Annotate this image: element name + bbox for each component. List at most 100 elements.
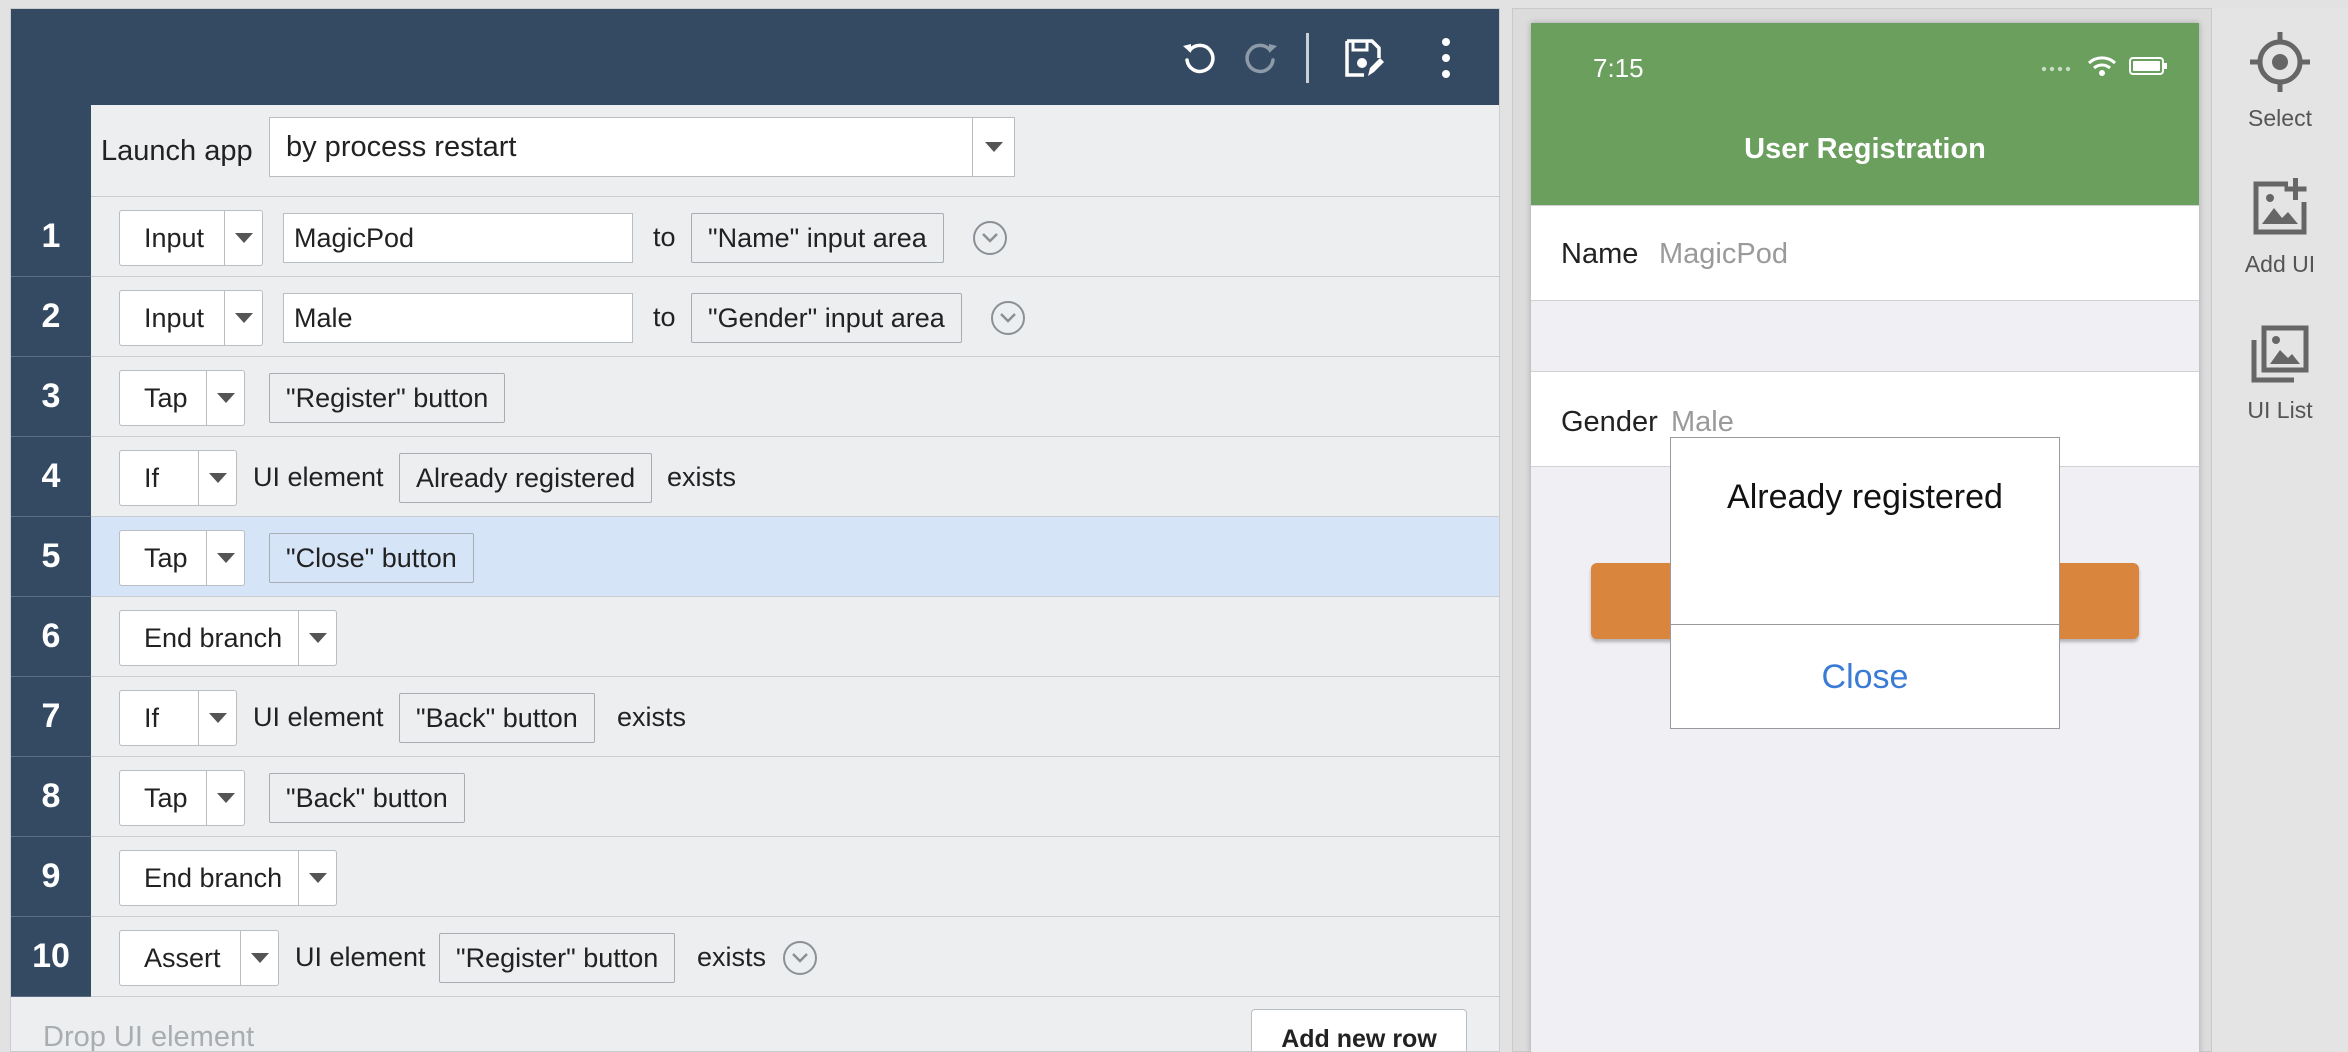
- ui-element-chip[interactable]: "Gender" input area: [691, 293, 962, 343]
- chevron-down-icon[interactable]: [206, 771, 244, 825]
- launch-mode-select[interactable]: by process restart: [269, 117, 1015, 177]
- command-select[interactable]: If: [119, 450, 237, 506]
- command-label: If: [144, 702, 160, 733]
- device-screen: 7:15 User Registration Name MagicPod Gen…: [1531, 23, 2199, 1052]
- command-label: Tap: [144, 382, 188, 413]
- expand-options-icon[interactable]: [991, 301, 1025, 335]
- chevron-down-icon[interactable]: [298, 611, 336, 665]
- editor-toolbar: [11, 9, 1499, 105]
- name-form-row[interactable]: Name MagicPod: [1531, 205, 2199, 301]
- ui-element-chip[interactable]: Already registered: [399, 453, 653, 503]
- step-row-5[interactable]: 5 Tap "Close" button: [11, 517, 1499, 597]
- status-icons: [2041, 55, 2169, 82]
- step-number: 6: [11, 597, 91, 677]
- step-row-8[interactable]: 8 Tap "Back" button: [11, 757, 1499, 837]
- wifi-icon: [2087, 55, 2117, 82]
- step-row-3[interactable]: 3 Tap "Register" button: [11, 357, 1499, 437]
- chevron-down-icon[interactable]: [972, 118, 1014, 176]
- step-number: 1: [11, 197, 91, 277]
- step-number: 2: [11, 277, 91, 357]
- step-number: 3: [11, 357, 91, 437]
- device-preview-panel: 7:15 User Registration Name MagicPod Gen…: [1512, 8, 2212, 1052]
- ui-element-chip[interactable]: "Register" button: [439, 933, 676, 983]
- add-ui-tool[interactable]: Add UI: [2212, 176, 2348, 278]
- step-number: 5: [11, 517, 91, 597]
- add-ui-tool-label: Add UI: [2244, 251, 2316, 277]
- expand-options-icon[interactable]: [973, 221, 1007, 255]
- battery-icon: [2129, 57, 2169, 80]
- alert-dialog: Already registered Close: [1670, 437, 2060, 729]
- step-number: 9: [11, 837, 91, 917]
- save-icon[interactable]: [1341, 35, 1387, 81]
- status-time: 7:15: [1593, 53, 1644, 83]
- chevron-down-icon[interactable]: [298, 851, 336, 905]
- ui-element-chip[interactable]: "Register" button: [269, 373, 506, 423]
- add-new-row-button[interactable]: Add new row: [1251, 1009, 1467, 1051]
- ui-element-chip[interactable]: "Back" button: [399, 693, 595, 743]
- more-vert-icon[interactable]: [1423, 35, 1469, 81]
- input-value-field[interactable]: MagicPod: [283, 213, 633, 263]
- alert-close-button[interactable]: Close: [1671, 625, 2059, 729]
- target-icon: [2248, 30, 2312, 99]
- step-row-6[interactable]: 6 End branch: [11, 597, 1499, 677]
- command-select[interactable]: Tap: [119, 370, 245, 426]
- chevron-down-icon[interactable]: [240, 931, 278, 985]
- connector-text: UI element: [253, 701, 384, 732]
- step-row-10[interactable]: 10 Assert UI element "Register" button e…: [11, 917, 1499, 997]
- command-label: If: [144, 462, 160, 493]
- select-tool[interactable]: Select: [2212, 30, 2348, 132]
- redo-icon[interactable]: [1238, 35, 1284, 81]
- command-select[interactable]: Input: [119, 290, 263, 346]
- step-row-7[interactable]: 7 If UI element "Back" button exists: [11, 677, 1499, 757]
- chevron-down-icon[interactable]: [198, 451, 236, 505]
- command-label: Assert: [144, 942, 221, 973]
- command-select[interactable]: End branch: [119, 850, 337, 906]
- step-number: 10: [11, 917, 91, 997]
- connector-text: to: [653, 301, 676, 332]
- drop-ui-element-zone[interactable]: Drop UI element: [43, 1021, 254, 1051]
- screen-title: User Registration: [1744, 132, 1986, 165]
- input-value-field[interactable]: Male: [283, 293, 633, 343]
- step-row-4[interactable]: 4 If UI element Already registered exist…: [11, 437, 1499, 517]
- ui-element-chip[interactable]: "Close" button: [269, 533, 474, 583]
- launch-app-row: Launch app by process restart: [11, 105, 1499, 197]
- gender-value[interactable]: Male: [1671, 406, 1734, 439]
- command-select[interactable]: Tap: [119, 770, 245, 826]
- ui-list-tool-label: UI List: [2247, 397, 2313, 423]
- command-label: Input: [144, 302, 205, 333]
- chevron-down-icon[interactable]: [198, 691, 236, 745]
- ui-list-tool[interactable]: UI List: [2212, 322, 2348, 424]
- command-label: Tap: [144, 782, 188, 813]
- launch-row-gutter: [11, 105, 91, 197]
- command-label: Input: [144, 222, 205, 253]
- command-select[interactable]: Assert: [119, 930, 279, 986]
- ui-element-chip[interactable]: "Name" input area: [691, 213, 944, 263]
- step-row-9[interactable]: 9 End branch: [11, 837, 1499, 917]
- expand-options-icon[interactable]: [783, 941, 817, 975]
- test-editor-panel: Launch app by process restart 1 Input Ma…: [10, 8, 1500, 1052]
- ui-element-chip[interactable]: "Back" button: [269, 773, 465, 823]
- name-value[interactable]: MagicPod: [1659, 238, 1788, 271]
- command-label: End branch: [144, 622, 283, 653]
- chevron-down-icon[interactable]: [206, 371, 244, 425]
- chevron-down-icon[interactable]: [224, 291, 262, 345]
- undo-icon[interactable]: [1176, 35, 1222, 81]
- command-select[interactable]: Tap: [119, 530, 245, 586]
- step-row-1[interactable]: 1 Input MagicPod to "Name" input area: [11, 197, 1499, 277]
- step-number: 7: [11, 677, 91, 757]
- command-select[interactable]: End branch: [119, 610, 337, 666]
- step-number: 8: [11, 757, 91, 837]
- command-select[interactable]: If: [119, 690, 237, 746]
- connector-text: exists: [697, 941, 767, 972]
- tool-rail: Select Add UI UI List: [2212, 8, 2348, 1052]
- chevron-down-icon[interactable]: [224, 211, 262, 265]
- chevron-down-icon[interactable]: [206, 531, 244, 585]
- command-label: End branch: [144, 862, 283, 893]
- connector-text: UI element: [295, 941, 426, 972]
- editor-footer: Drop UI element Add new row: [11, 999, 1499, 1051]
- toolbar-separator: [1306, 33, 1309, 83]
- step-row-2[interactable]: 2 Input Male to "Gender" input area: [11, 277, 1499, 357]
- select-tool-label: Select: [2248, 105, 2312, 131]
- launch-mode-value: by process restart: [286, 130, 517, 163]
- command-select[interactable]: Input: [119, 210, 263, 266]
